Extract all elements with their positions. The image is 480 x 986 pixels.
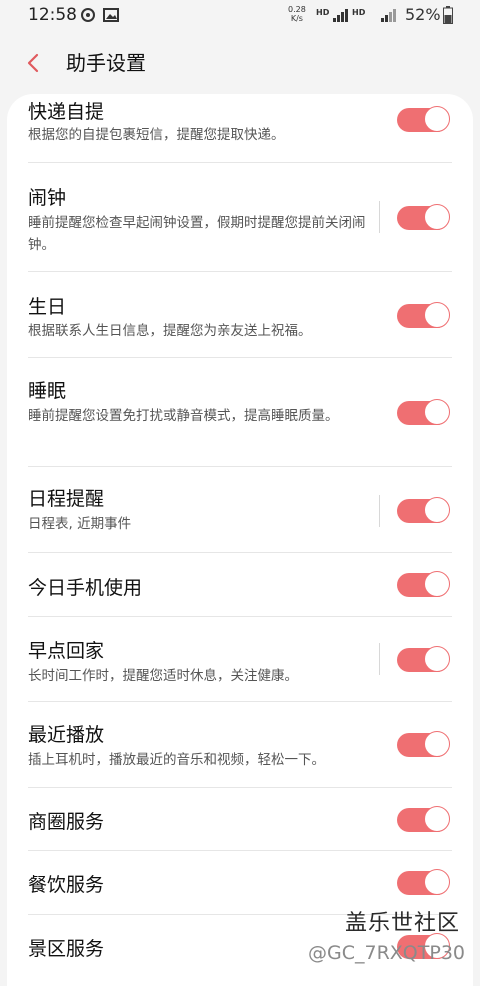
toggle-knob	[424, 869, 450, 895]
toggle-switch[interactable]	[397, 806, 450, 832]
battery-icon	[443, 6, 453, 28]
item-desc: 插上耳机时，播放最近的音乐和视频，轻松一下。	[28, 752, 325, 768]
item-title: 早点回家	[28, 640, 105, 662]
toggle-knob	[424, 806, 450, 832]
toggle-switch[interactable]	[397, 302, 450, 328]
sync-icon	[80, 7, 96, 27]
vertical-separator	[379, 495, 380, 527]
gallery-icon	[103, 7, 119, 27]
item-title: 睡眠	[28, 380, 67, 402]
watermark-brand: 盖乐世社区	[345, 911, 461, 936]
toggle-knob	[424, 399, 450, 425]
list-item[interactable]: 最近播放 插上耳机时，播放最近的音乐和视频，轻松一下。	[7, 702, 473, 787]
list-item[interactable]: 早点回家 长时间工作时，提醒您适时休息，关注健康。	[7, 617, 473, 701]
toggle-knob	[424, 731, 450, 757]
list-item[interactable]: 睡眠 睡前提醒您设置免打扰或静音模式，提高睡眠质量。	[7, 358, 473, 466]
status-bar: 12:58 0.28 K/s HD HD 52%	[0, 0, 480, 30]
list-item[interactable]: 快递自提 根据您的自提包裹短信，提醒您提取快递。	[7, 94, 473, 162]
toggle-knob	[424, 497, 450, 523]
settings-card: 快递自提 根据您的自提包裹短信，提醒您提取快递。 闹钟 睡前提醒您检查早起闹钟设…	[7, 94, 473, 986]
hd-label-1: HD	[316, 8, 330, 17]
toggle-knob	[424, 106, 450, 132]
toggle-knob	[424, 571, 450, 597]
list-item[interactable]: 日程提醒 日程表, 近期事件	[7, 467, 473, 552]
item-title: 今日手机使用	[28, 577, 143, 599]
toggle-switch[interactable]	[397, 106, 450, 132]
toggle-switch[interactable]	[397, 731, 450, 757]
vertical-separator	[379, 201, 380, 233]
toggle-knob	[424, 302, 450, 328]
item-desc: 睡前提醒您设置免打扰或静音模式，提高睡眠质量。	[28, 408, 339, 424]
app-header: 助手设置	[0, 38, 480, 88]
item-title: 餐饮服务	[28, 874, 105, 896]
hd-label-2: HD	[352, 8, 366, 17]
toggle-switch[interactable]	[397, 497, 450, 523]
item-title: 生日	[28, 296, 67, 318]
list-item[interactable]: 商圈服务	[7, 788, 473, 850]
vertical-separator	[379, 643, 380, 675]
page-title: 助手设置	[66, 51, 146, 75]
signal-icon-1	[332, 7, 350, 26]
toggle-switch[interactable]	[397, 646, 450, 672]
item-title: 快递自提	[28, 101, 105, 123]
chevron-left-icon	[27, 53, 39, 73]
toggle-switch[interactable]	[397, 869, 450, 895]
item-desc: 根据您的自提包裹短信，提醒您提取快递。	[28, 127, 285, 143]
list-item[interactable]: 闹钟 睡前提醒您检查早起闹钟设置，假期时提醒您提前关闭闹钟。	[7, 163, 473, 271]
toggle-switch[interactable]	[397, 204, 450, 230]
battery-percent: 52%	[405, 5, 441, 24]
item-title: 景区服务	[28, 938, 105, 960]
toggle-switch[interactable]	[397, 399, 450, 425]
item-desc: 根据联系人生日信息，提醒您为亲友送上祝福。	[28, 323, 312, 339]
toggle-switch[interactable]	[397, 571, 450, 597]
toggle-knob	[424, 204, 450, 230]
back-button[interactable]	[24, 52, 44, 74]
item-title: 闹钟	[28, 187, 67, 209]
item-title: 日程提醒	[28, 488, 105, 510]
signal-icon-2	[372, 7, 398, 26]
item-title: 最近播放	[28, 724, 105, 746]
network-speed: 0.28 K/s	[288, 5, 306, 23]
status-time: 12:58	[28, 5, 77, 25]
watermark-user: @GC_7RXQTP30	[308, 942, 465, 964]
list-item[interactable]: 生日 根据联系人生日信息，提醒您为亲友送上祝福。	[7, 272, 473, 357]
item-desc: 睡前提醒您检查早起闹钟设置，假期时提醒您提前关闭闹钟。	[28, 215, 366, 253]
list-item[interactable]: 今日手机使用	[7, 553, 473, 616]
toggle-knob	[424, 646, 450, 672]
item-desc: 日程表, 近期事件	[28, 516, 132, 532]
item-title: 商圈服务	[28, 811, 105, 833]
item-desc: 长时间工作时，提醒您适时休息，关注健康。	[28, 668, 298, 684]
